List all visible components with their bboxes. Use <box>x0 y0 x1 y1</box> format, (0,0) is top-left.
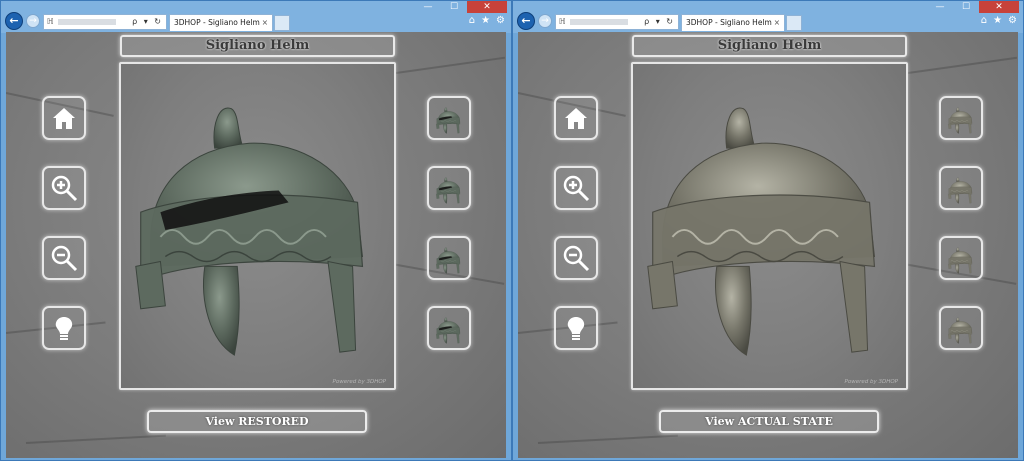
tab-close-icon[interactable]: × <box>262 15 268 31</box>
background-streak <box>537 434 678 444</box>
maximize-button[interactable]: ☐ <box>953 1 979 13</box>
browser-window-right: — ☐ ✕ ← → ℍ ρ ▾ ↻ 3DHOP - Sigliano Helm … <box>512 0 1024 461</box>
back-button[interactable]: ← <box>517 12 535 30</box>
tab-close-icon[interactable]: × <box>774 15 780 31</box>
minimize-button[interactable]: — <box>415 1 441 13</box>
powered-by-label: Powered by 3DHOP <box>332 379 386 385</box>
desktop: — ☐ ✕ ← → ℍ ρ ▾ ↻ 3DHOP - Sigliano Helm … <box>0 0 1024 461</box>
browser-tab[interactable]: 3DHOP - Sigliano Helm × <box>681 14 785 31</box>
view-back-button[interactable] <box>427 306 471 350</box>
view-side-button[interactable] <box>427 166 471 210</box>
zoom-in-button[interactable] <box>42 166 86 210</box>
toggle-state-button[interactable]: View ACTUAL STATE <box>659 410 879 433</box>
tab-title: 3DHOP - Sigliano Helm <box>174 18 260 27</box>
3d-viewer-canvas[interactable]: Powered by 3DHOP <box>631 62 908 390</box>
view-front-button[interactable] <box>427 96 471 140</box>
new-tab-button[interactable] <box>274 15 290 31</box>
favorites-icon[interactable]: ★ <box>481 15 490 26</box>
background-streak <box>25 434 166 444</box>
view-back-button[interactable] <box>939 306 983 350</box>
background-streak <box>395 56 506 74</box>
zoom-out-button[interactable] <box>42 236 86 280</box>
favorites-icon[interactable]: ★ <box>993 15 1002 26</box>
view-top-button[interactable] <box>939 236 983 280</box>
model-title: Sigliano Helm <box>632 35 907 57</box>
new-tab-button[interactable] <box>786 15 802 31</box>
window-controls: — ☐ ✕ <box>927 1 1019 13</box>
background-streak <box>907 56 1018 74</box>
forward-button[interactable]: → <box>26 14 40 28</box>
settings-icon[interactable]: ⚙ <box>496 15 505 26</box>
site-icon: ℍ <box>559 17 566 26</box>
browser-chrome: — ☐ ✕ ← → ℍ ρ ▾ ↻ 3DHOP - Sigliano Helm … <box>513 1 1023 33</box>
window-controls: — ☐ ✕ <box>415 1 507 13</box>
back-button[interactable]: ← <box>5 12 23 30</box>
browser-toolbar-icons: ⌂ ★ ⚙ <box>981 15 1017 26</box>
tab-title: 3DHOP - Sigliano Helm <box>686 18 772 27</box>
home-button[interactable] <box>42 96 86 140</box>
address-tools[interactable]: ρ ▾ ↻ <box>644 15 675 29</box>
zoom-out-button[interactable] <box>554 236 598 280</box>
view-front-button[interactable] <box>939 96 983 140</box>
maximize-button[interactable]: ☐ <box>441 1 467 13</box>
site-icon: ℍ <box>47 17 54 26</box>
home-button[interactable] <box>554 96 598 140</box>
page-viewport: Sigliano Helm Powered by 3DHOP <box>6 32 506 458</box>
address-bar[interactable]: ℍ ρ ▾ ↻ <box>43 14 167 30</box>
home-icon[interactable]: ⌂ <box>981 15 987 26</box>
blurred-url <box>569 18 628 25</box>
view-top-button[interactable] <box>427 236 471 280</box>
model-title: Sigliano Helm <box>120 35 395 57</box>
page-viewport: Sigliano Helm Powered by 3DHOP <box>518 32 1018 458</box>
home-icon[interactable]: ⌂ <box>469 15 475 26</box>
settings-icon[interactable]: ⚙ <box>1008 15 1017 26</box>
forward-button[interactable]: → <box>538 14 552 28</box>
address-tools[interactable]: ρ ▾ ↻ <box>132 15 163 29</box>
light-button[interactable] <box>554 306 598 350</box>
browser-toolbar-icons: ⌂ ★ ⚙ <box>469 15 505 26</box>
close-button[interactable]: ✕ <box>467 1 507 13</box>
blurred-url <box>57 18 116 25</box>
browser-window-left: — ☐ ✕ ← → ℍ ρ ▾ ↻ 3DHOP - Sigliano Helm … <box>0 0 512 461</box>
powered-by-label: Powered by 3DHOP <box>844 379 898 385</box>
browser-tab[interactable]: 3DHOP - Sigliano Helm × <box>169 14 273 31</box>
address-bar[interactable]: ℍ ρ ▾ ↻ <box>555 14 679 30</box>
close-button[interactable]: ✕ <box>979 1 1019 13</box>
view-side-button[interactable] <box>939 166 983 210</box>
zoom-in-button[interactable] <box>554 166 598 210</box>
toggle-state-button[interactable]: View RESTORED <box>147 410 367 433</box>
minimize-button[interactable]: — <box>927 1 953 13</box>
browser-chrome: — ☐ ✕ ← → ℍ ρ ▾ ↻ 3DHOP - Sigliano Helm … <box>1 1 511 33</box>
light-button[interactable] <box>42 306 86 350</box>
3d-viewer-canvas[interactable]: Powered by 3DHOP <box>119 62 396 390</box>
